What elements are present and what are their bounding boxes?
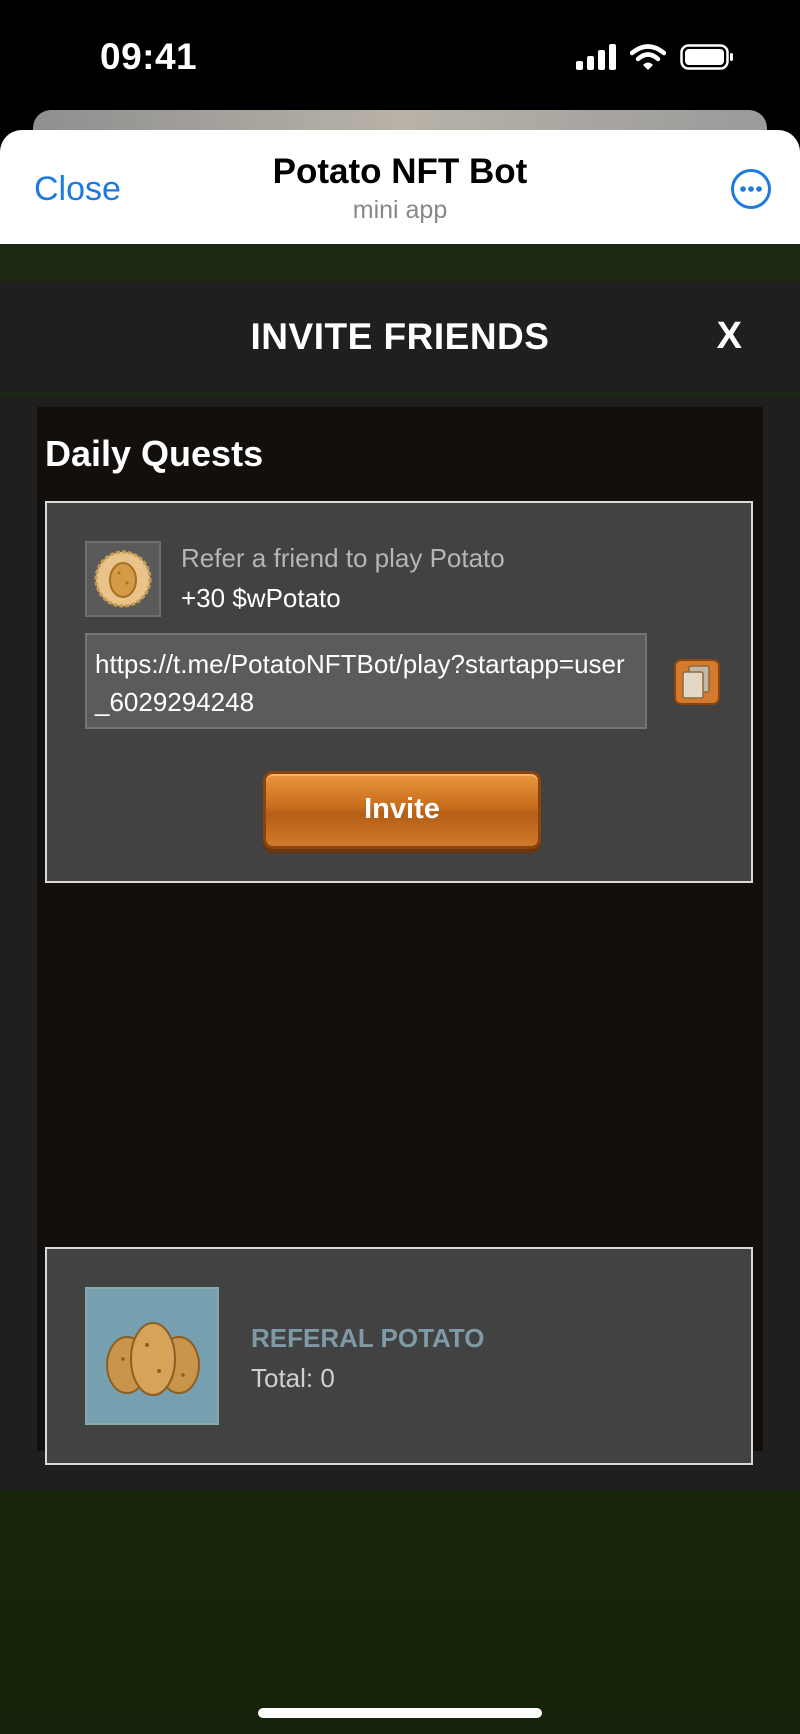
referral-quest-card: Refer a friend to play Potato +30 $wPota…	[45, 501, 753, 883]
wifi-icon	[630, 44, 666, 70]
more-options-icon[interactable]	[730, 168, 772, 210]
modal-close-button[interactable]: X	[717, 315, 742, 358]
invite-button-label: Invite	[364, 793, 440, 825]
referral-title: REFERAL POTATO	[251, 1323, 485, 1353]
referral-total: Total: 0	[251, 1363, 335, 1393]
invite-friends-modal: INVITE FRIENDS X Daily Quests Refer a fr…	[0, 281, 800, 1490]
app-subtitle: mini app	[352, 196, 448, 224]
quest-description: Refer a friend to play Potato	[181, 543, 505, 573]
potato-coin-icon	[94, 550, 152, 608]
referral-stats-card: REFERAL POTATO Total: 0	[45, 1247, 753, 1465]
modal-content: Daily Quests Refer a friend to play Pota…	[37, 407, 763, 1465]
modal-title: INVITE FRIENDS	[250, 316, 550, 357]
potatoes-image	[85, 1287, 219, 1425]
mini-app-header: Close Potato NFT Bot mini app	[0, 130, 800, 244]
modal-header: INVITE FRIENDS X	[0, 281, 800, 396]
signal-icon	[576, 44, 616, 70]
quest-icon-frame	[85, 541, 161, 617]
status-bar: 09:41	[0, 0, 800, 120]
quest-reward: +30 $wPotato	[181, 583, 341, 613]
status-icons	[576, 44, 734, 70]
app-title: Potato NFT Bot	[272, 152, 528, 191]
home-indicator	[258, 1708, 542, 1718]
copy-icon[interactable]	[673, 658, 721, 706]
invite-button[interactable]: Invite	[263, 771, 541, 849]
potatoes-icon	[106, 1322, 200, 1396]
status-time: 09:41	[100, 36, 198, 77]
battery-icon	[680, 44, 733, 70]
section-title: Daily Quests	[45, 433, 264, 474]
referral-link-field[interactable]: https://t.me/PotatoNFTBot/play?startapp=…	[85, 633, 647, 729]
